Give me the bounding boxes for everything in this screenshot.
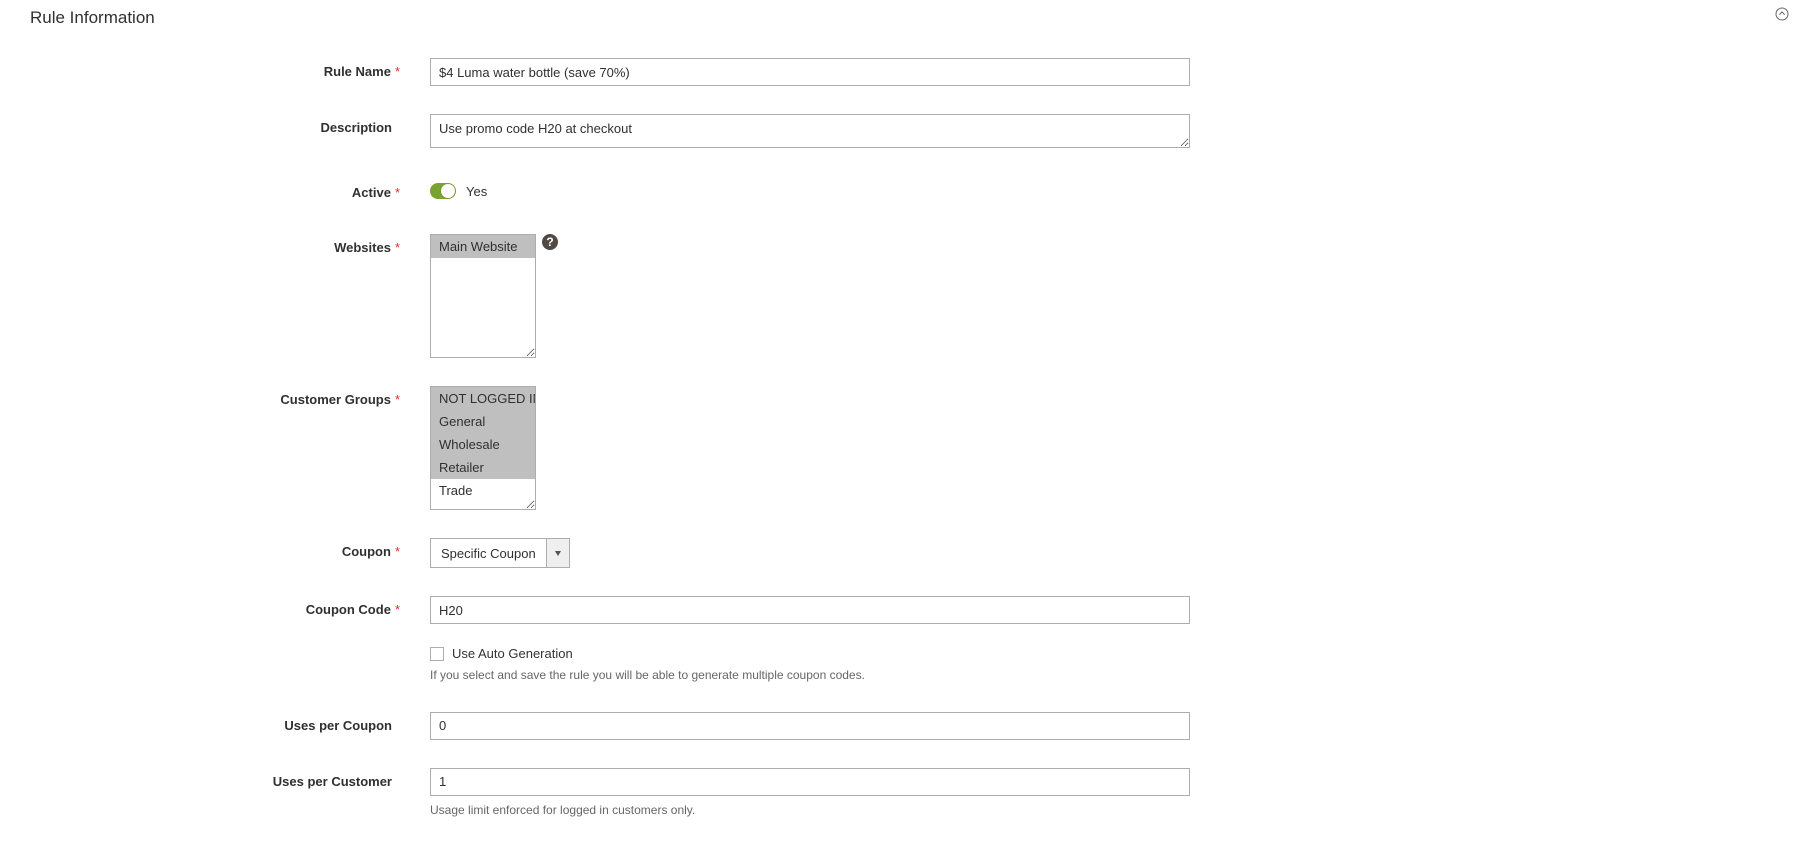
label-rule-name: Rule Name*	[30, 58, 430, 79]
customer-groups-multiselect[interactable]: NOT LOGGED INGeneralWholesaleRetailerTra…	[430, 386, 536, 510]
label-active: Active*	[30, 179, 430, 200]
label-coupon-code: Coupon Code*	[30, 596, 430, 617]
customer-groups-option[interactable]: NOT LOGGED IN	[431, 387, 535, 410]
required-asterisk: *	[395, 392, 400, 407]
help-icon[interactable]: ?	[542, 234, 558, 250]
uses-per-customer-note: Usage limit enforced for logged in custo…	[430, 802, 1200, 819]
customer-groups-option[interactable]: Retailer	[431, 456, 535, 479]
websites-multiselect[interactable]: Main Website	[430, 234, 536, 358]
row-websites: Websites* Main Website ?	[30, 234, 1200, 358]
auto-generation-label: Use Auto Generation	[452, 646, 573, 661]
coupon-select[interactable]: Specific Coupon	[430, 538, 570, 568]
uses-per-coupon-input[interactable]	[430, 712, 1190, 740]
customer-groups-option[interactable]: Trade	[431, 479, 535, 502]
auto-generation-checkbox[interactable]	[430, 647, 444, 661]
label-websites: Websites*	[30, 234, 430, 255]
label-coupon: Coupon*	[30, 538, 430, 559]
label-uses-per-coupon: Uses per Coupon	[30, 712, 430, 733]
required-asterisk: *	[395, 185, 400, 200]
collapse-section-button[interactable]	[1772, 4, 1792, 24]
rule-information-section: Rule Information Rule Name* Description	[0, 0, 1812, 867]
label-uses-per-customer: Uses per Customer	[30, 768, 430, 789]
row-description: Description	[30, 114, 1200, 151]
label-description: Description	[30, 114, 430, 135]
label-customer-groups: Customer Groups*	[30, 386, 430, 407]
row-rule-name: Rule Name*	[30, 58, 1200, 86]
rule-name-input[interactable]	[430, 58, 1190, 86]
row-auto-generation: Use Auto Generation If you select and sa…	[30, 644, 1200, 684]
coupon-code-input[interactable]	[430, 596, 1190, 624]
active-toggle-label: Yes	[466, 184, 487, 199]
customer-groups-option[interactable]: Wholesale	[431, 433, 535, 456]
active-toggle[interactable]	[430, 183, 456, 199]
chevron-down-icon	[555, 551, 561, 556]
row-coupon: Coupon* Specific Coupon	[30, 538, 1200, 568]
required-asterisk: *	[395, 544, 400, 559]
toggle-knob	[441, 184, 455, 198]
chevron-up-circle-icon	[1774, 6, 1790, 22]
required-asterisk: *	[395, 64, 400, 79]
coupon-select-value: Specific Coupon	[431, 539, 546, 567]
customer-groups-option[interactable]: General	[431, 410, 535, 433]
websites-option[interactable]: Main Website	[431, 235, 535, 258]
required-asterisk: *	[395, 240, 400, 255]
uses-per-customer-input[interactable]	[430, 768, 1190, 796]
description-textarea[interactable]	[430, 114, 1190, 148]
row-uses-per-customer: Uses per Customer Usage limit enforced f…	[30, 768, 1200, 819]
coupon-select-button[interactable]	[546, 539, 569, 567]
row-customer-groups: Customer Groups* NOT LOGGED INGeneralWho…	[30, 386, 1200, 510]
row-uses-per-coupon: Uses per Coupon	[30, 712, 1200, 740]
section-title: Rule Information	[30, 8, 1782, 28]
required-asterisk: *	[395, 602, 400, 617]
label-auto-generation	[30, 644, 430, 650]
row-coupon-code: Coupon Code*	[30, 596, 1200, 624]
form-rows: Rule Name* Description Active*	[30, 58, 1200, 819]
row-active: Active* Yes	[30, 179, 1200, 200]
auto-generation-note: If you select and save the rule you will…	[430, 667, 1200, 684]
